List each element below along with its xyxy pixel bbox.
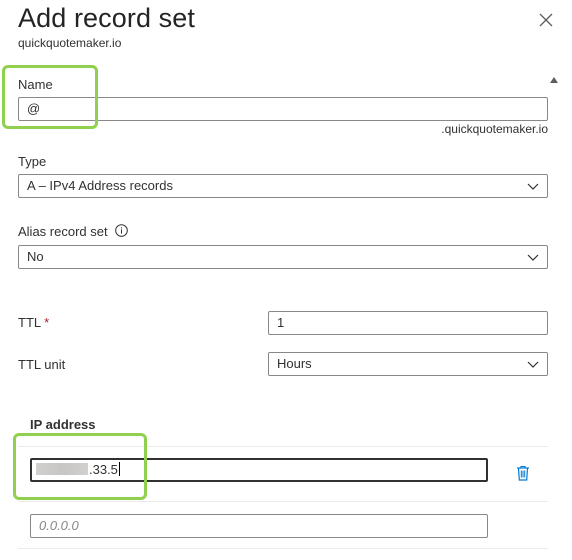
ip-address-value: .33.5 [89,462,118,477]
type-dropdown-value: A – IPv4 Address records [27,178,173,193]
name-input[interactable]: @ [18,97,548,121]
ip-address-column-header: IP address [30,417,96,432]
chevron-down-icon [527,361,539,368]
ttl-unit-label: TTL unit [18,357,66,372]
zone-suffix: .quickquotemaker.io [441,122,548,136]
alias-dropdown[interactable]: No [18,245,548,269]
ttl-unit-dropdown-value: Hours [277,356,312,371]
ip-address-input[interactable]: .33.5 [30,458,488,482]
ttl-label: TTL [18,315,42,330]
text-caret [118,462,120,476]
scroll-up-arrow-icon[interactable] [549,72,559,83]
ttl-label-container: TTL * [18,315,49,330]
info-icon[interactable] [115,224,129,237]
trash-icon[interactable] [514,464,532,482]
type-dropdown[interactable]: A – IPv4 Address records [18,174,548,198]
grid-divider [18,548,548,549]
panel-subtitle: quickquotemaker.io [18,36,122,50]
alias-label: Alias record set [18,224,108,239]
required-asterisk: * [44,315,50,330]
grid-divider [18,501,548,502]
panel-title: Add record set [18,3,195,33]
close-icon[interactable] [536,10,556,30]
ttl-input[interactable]: 1 [268,311,548,335]
chevron-down-icon [527,254,539,261]
name-label: Name [18,77,53,92]
type-label: Type [18,154,47,169]
alias-label-container: Alias record set [18,224,129,239]
ttl-unit-dropdown[interactable]: Hours [268,352,548,376]
alias-dropdown-value: No [27,249,44,264]
chevron-down-icon [527,183,539,190]
grid-divider [18,446,548,447]
new-ip-address-input[interactable]: 0.0.0.0 [30,514,488,538]
redacted-ip-prefix [36,463,88,475]
